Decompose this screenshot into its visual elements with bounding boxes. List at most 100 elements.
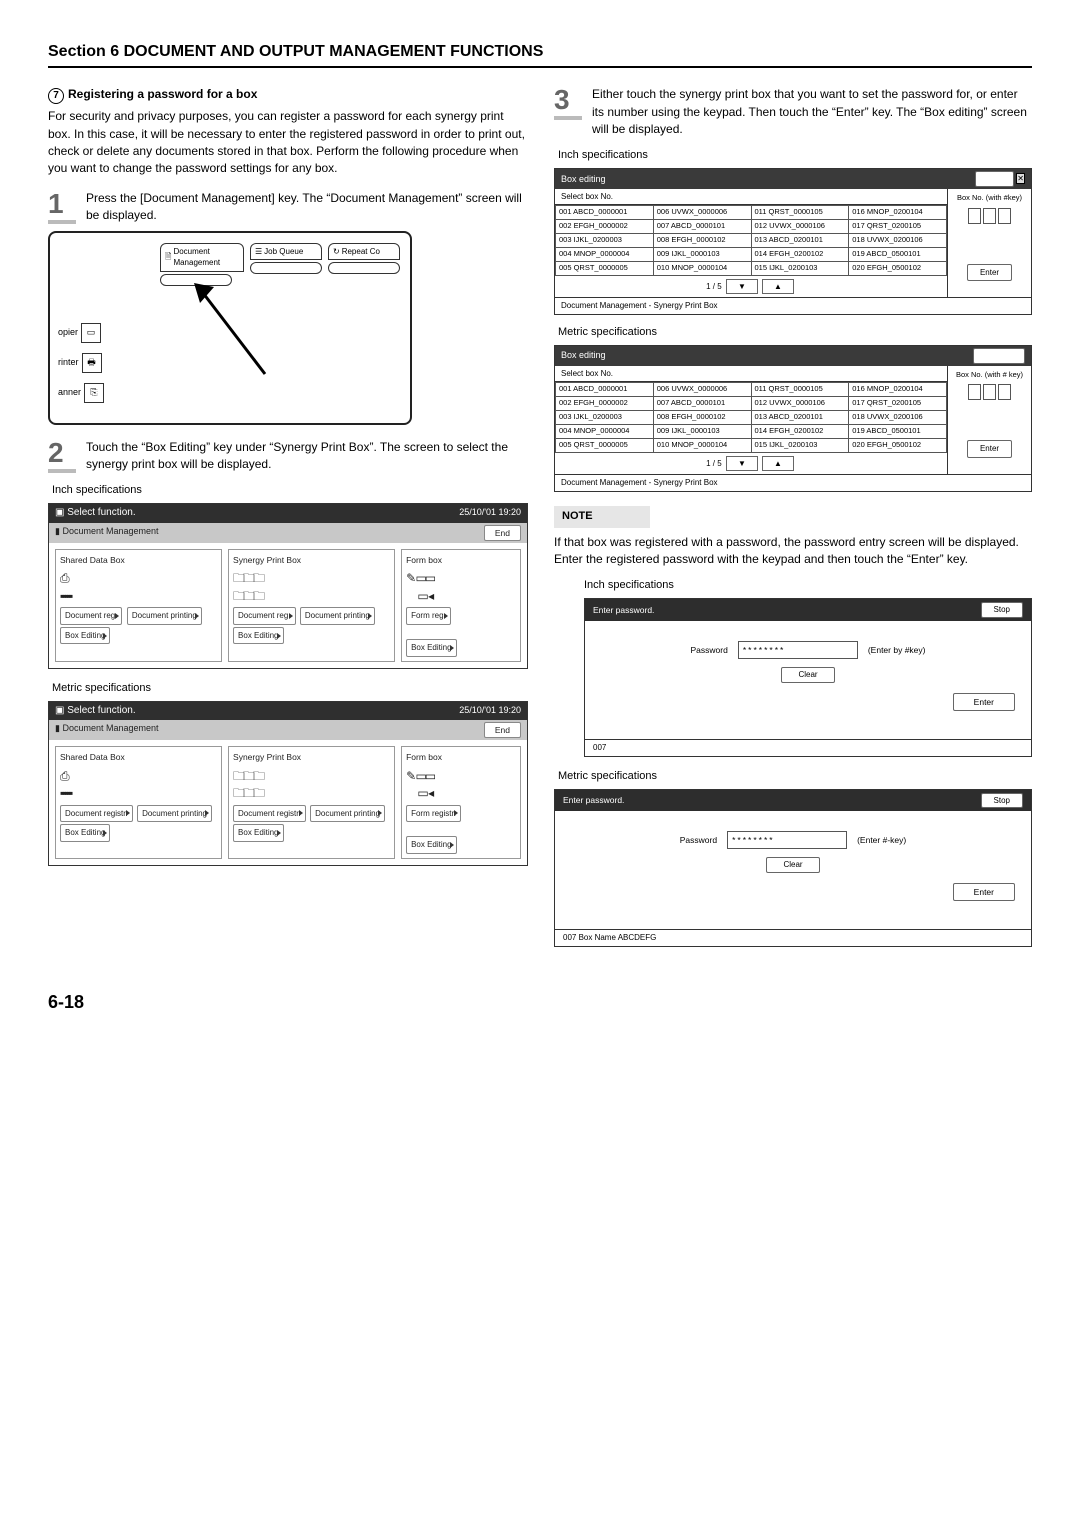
- table-row[interactable]: 001 ABCD_0000001: [556, 206, 654, 220]
- tab-repeat[interactable]: ↻Repeat Co: [328, 243, 400, 261]
- tab-job-queue[interactable]: ☰Job Queue: [250, 243, 322, 261]
- printer-button[interactable]: 🖶: [82, 353, 102, 373]
- password-input[interactable]: ********: [738, 641, 858, 659]
- group-synergy: Synergy Print Box: [233, 751, 390, 763]
- table-row[interactable]: 020 EFGH_0500102: [849, 438, 947, 452]
- queue-icon: ☰: [255, 246, 262, 258]
- table-row[interactable]: 008 EFGH_0000102: [653, 410, 751, 424]
- circled-number: 7: [48, 88, 64, 104]
- cancel-button[interactable]: Cancel: [975, 171, 1014, 187]
- doc-reg-button[interactable]: Document reg.: [60, 607, 122, 625]
- table-row[interactable]: 012 UVWX_0000106: [751, 397, 849, 411]
- table-row[interactable]: 002 EFGH_0000002: [556, 220, 654, 234]
- table-row[interactable]: 003 IJKL_0200003: [556, 234, 654, 248]
- close-icon[interactable]: ✕: [1016, 173, 1025, 184]
- table-row[interactable]: 010 MNOP_0000104: [653, 438, 751, 452]
- table-row[interactable]: 004 MNOP_0000004: [556, 424, 654, 438]
- table-row[interactable]: 005 QRST_0000005: [556, 438, 654, 452]
- inch-spec-label: Inch specifications: [52, 483, 526, 499]
- table-row[interactable]: 014 EFGH_0200102: [751, 248, 849, 262]
- table-row[interactable]: 012 UVWX_0000106: [751, 220, 849, 234]
- table-row[interactable]: 007 ABCD_0000101: [653, 397, 751, 411]
- box-editing-button[interactable]: Box Editing: [60, 824, 110, 842]
- step-2-number: 2: [48, 439, 76, 474]
- box-editing-button[interactable]: Box Editing: [406, 836, 456, 854]
- enter-button[interactable]: Enter: [953, 883, 1015, 901]
- end-button[interactable]: End: [484, 722, 521, 738]
- box-editing-button[interactable]: Box Editing: [406, 639, 456, 657]
- doc-print-button[interactable]: Document printing: [127, 607, 202, 625]
- box-editing-button[interactable]: Box Editing: [60, 627, 110, 645]
- table-row[interactable]: 013 ABCD_0200101: [751, 234, 849, 248]
- table-row[interactable]: 019 ABCD_0500101: [849, 248, 947, 262]
- step-3-text: Either touch the synergy print box that …: [592, 86, 1032, 138]
- step-1-number: 1: [48, 190, 76, 225]
- subhead-text: Registering a password for a box: [68, 87, 257, 101]
- box-no-input[interactable]: [952, 384, 1027, 400]
- screen-title: Select function.: [67, 705, 135, 716]
- page-up-button[interactable]: ▲: [762, 279, 794, 295]
- table-row[interactable]: 011 QRST_0000105: [751, 383, 849, 397]
- table-row[interactable]: 018 UVWX_0200106: [849, 410, 947, 424]
- table-row[interactable]: 018 UVWX_0200106: [849, 234, 947, 248]
- table-row[interactable]: 006 UVWX_0000006: [653, 383, 751, 397]
- scanner-button[interactable]: ⎘: [84, 383, 104, 403]
- table-row[interactable]: 003 IJKL_0200003: [556, 410, 654, 424]
- table-row[interactable]: 014 EFGH_0200102: [751, 424, 849, 438]
- box-editing-button[interactable]: Box Editing: [233, 824, 283, 842]
- table-row[interactable]: 001 ABCD_0000001: [556, 383, 654, 397]
- table-row[interactable]: 019 ABCD_0500101: [849, 424, 947, 438]
- stop-button[interactable]: Stop: [981, 793, 1023, 809]
- enter-button[interactable]: Enter: [967, 440, 1012, 458]
- select-function-screen-inch: ▣ Select function.25/10/'01 19:20 ▮ Docu…: [48, 503, 528, 668]
- table-row[interactable]: 017 QRST_0200105: [849, 220, 947, 234]
- stop-button[interactable]: Stop: [981, 602, 1023, 618]
- table-row[interactable]: 009 IJKL_0000103: [653, 424, 751, 438]
- table-row[interactable]: 010 MNOP_0000104: [653, 261, 751, 275]
- page-down-button[interactable]: ▼: [726, 456, 758, 472]
- table-row[interactable]: 015 IJKL_0200103: [751, 261, 849, 275]
- copier-button[interactable]: ▭: [81, 323, 101, 343]
- end-button[interactable]: End: [484, 525, 521, 541]
- table-row[interactable]: 008 EFGH_0000102: [653, 234, 751, 248]
- table-row[interactable]: 011 QRST_0000105: [751, 206, 849, 220]
- clear-button[interactable]: Clear: [781, 667, 834, 683]
- page-down-button[interactable]: ▼: [726, 279, 758, 295]
- table-row[interactable]: 002 EFGH_0000002: [556, 397, 654, 411]
- screen-title: Box editing: [561, 173, 606, 186]
- table-row[interactable]: 020 EFGH_0500102: [849, 261, 947, 275]
- enter-button[interactable]: Enter: [967, 264, 1012, 282]
- password-input[interactable]: ********: [727, 831, 847, 849]
- tab-doc-management[interactable]: 🗎Document Management: [160, 243, 244, 272]
- screen-time: 25/10/'01 19:20: [459, 704, 521, 717]
- box-table: 001 ABCD_0000001006 UVWX_0000006011 QRST…: [555, 205, 947, 275]
- form-reg-button[interactable]: Form reg.: [406, 607, 451, 625]
- doc-reg-button[interactable]: Document registr.: [233, 805, 306, 823]
- screen-footer: 007: [585, 739, 1031, 756]
- password-label: Password: [691, 644, 728, 656]
- table-row[interactable]: 006 UVWX_0000006: [653, 206, 751, 220]
- job-cancel-button[interactable]: Job cancel: [973, 348, 1025, 364]
- table-row[interactable]: 016 MNOP_0200104: [849, 383, 947, 397]
- doc-reg-button[interactable]: Document registr.: [60, 805, 133, 823]
- screen-subbar: Document Management: [62, 723, 158, 733]
- box-editing-button[interactable]: Box Editing: [233, 627, 283, 645]
- table-row[interactable]: 007 ABCD_0000101: [653, 220, 751, 234]
- form-reg-button[interactable]: Form registr.: [406, 805, 461, 823]
- doc-print-button[interactable]: Document printing: [300, 607, 375, 625]
- doc-print-button[interactable]: Document printing: [137, 805, 212, 823]
- doc-reg-button[interactable]: Document reg.: [233, 607, 295, 625]
- page-up-button[interactable]: ▲: [762, 456, 794, 472]
- table-row[interactable]: 005 QRST_0000005: [556, 261, 654, 275]
- table-row[interactable]: 015 IJKL_0200103: [751, 438, 849, 452]
- table-row[interactable]: 004 MNOP_0000004: [556, 248, 654, 262]
- box-no-input[interactable]: [952, 208, 1027, 224]
- screen-footer: 007 Box Name ABCDEFG: [555, 929, 1031, 946]
- table-row[interactable]: 013 ABCD_0200101: [751, 410, 849, 424]
- clear-button[interactable]: Clear: [766, 857, 819, 873]
- enter-button[interactable]: Enter: [953, 693, 1015, 711]
- table-row[interactable]: 016 MNOP_0200104: [849, 206, 947, 220]
- table-row[interactable]: 017 QRST_0200105: [849, 397, 947, 411]
- table-row[interactable]: 009 IJKL_0000103: [653, 248, 751, 262]
- doc-print-button[interactable]: Document printing: [310, 805, 385, 823]
